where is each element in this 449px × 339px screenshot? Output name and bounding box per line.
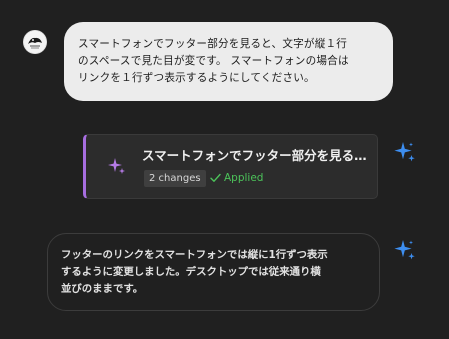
assistant-message-line: フッターのリンクをスマートフォンでは縦に1行ずつ表示: [61, 249, 328, 261]
change-summary-card[interactable]: スマートフォンでフッター部分を見ると、文字が縦１行のスペースで見た目が変です。 …: [83, 134, 378, 199]
user-avatar-icon[interactable]: [23, 30, 47, 54]
applied-status-label: Applied: [224, 172, 264, 184]
assistant-message-line: 並びのままです。: [61, 283, 144, 295]
change-card-title: スマートフォンでフッター部分を見ると、文字が縦１行のスペースで見た目が変です。: [142, 148, 367, 163]
assistant-message-bubble: フッターのリンクをスマートフォンでは縦に1行ずつ表示 するように変更しました。デ…: [47, 233, 380, 311]
sparkle-icon: [108, 158, 125, 174]
user-message-line: のスペースで見た目が変です。 スマートフォンの場合は: [78, 55, 349, 67]
sparkle-icon: [394, 142, 415, 162]
check-icon: [210, 173, 221, 182]
applied-status: Applied: [210, 170, 263, 187]
changes-count-badge[interactable]: 2 changes: [144, 170, 206, 187]
sparkle-icon: [394, 240, 415, 260]
assistant-message-line: するように変更しました。デスクトップでは従来通り横: [61, 266, 321, 278]
user-message-line: リンクを１行ずつ表示するようにしてください。: [78, 72, 315, 84]
user-message-line: スマートフォンでフッター部分を見ると、文字が縦１行: [78, 38, 348, 50]
user-message-bubble: スマートフォンでフッター部分を見ると、文字が縦１行 のスペースで見た目が変です。…: [64, 22, 393, 101]
